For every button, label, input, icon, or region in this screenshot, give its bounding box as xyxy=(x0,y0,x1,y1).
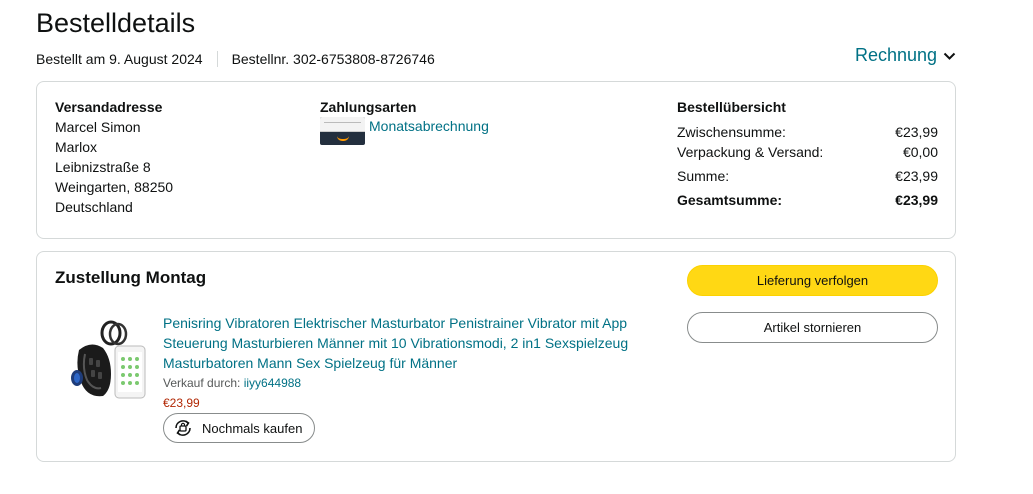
seller-link[interactable]: iiyy644988 xyxy=(244,376,301,390)
address-line: Leibnizstraße 8 xyxy=(55,159,151,175)
invoice-label: Rechnung xyxy=(855,45,938,65)
payment-heading: Zahlungsarten xyxy=(320,99,417,115)
sum-label: Summe: xyxy=(677,168,730,184)
order-info-card: Versandadresse Marcel Simon Marlox Leibn… xyxy=(36,81,956,239)
shipping-cost-row: Verpackung & Versand: €0,00 xyxy=(677,142,938,162)
product-price: €23,99 xyxy=(163,396,200,410)
shipping-address: Versandadresse Marcel Simon Marlox Leibn… xyxy=(55,98,173,217)
cancel-item-label: Artikel stornieren xyxy=(763,320,862,335)
track-delivery-label: Lieferung verfolgen xyxy=(756,273,869,288)
seller-prefix: Verkauf durch: xyxy=(163,376,244,390)
subtotal-row: Zwischensumme: €23,99 xyxy=(677,122,938,142)
summary-heading: Bestellübersicht xyxy=(677,99,786,115)
address-line: Deutschland xyxy=(55,199,133,215)
grand-total-label: Gesamtsumme: xyxy=(677,192,783,208)
track-delivery-button[interactable]: Lieferung verfolgen xyxy=(687,265,938,296)
buy-again-label: Nochmals kaufen xyxy=(202,420,303,436)
product-title-link[interactable]: Penisring Vibratoren Elektrischer Mastur… xyxy=(163,313,663,373)
order-meta: Bestellt am 9. August 2024 Bestellnr. 30… xyxy=(36,51,435,67)
order-summary: Bestellübersicht Zwischensumme: €23,99 V… xyxy=(677,98,938,210)
subtotal-value: €23,99 xyxy=(895,124,938,140)
grand-total-value: €23,99 xyxy=(895,192,938,208)
seller-info: Verkauf durch: iiyy644988 xyxy=(163,376,301,390)
grand-total-row: Gesamtsumme: €23,99 xyxy=(677,190,938,210)
shipping-cost-label: Verpackung & Versand: xyxy=(677,144,824,160)
shipping-cost-value: €0,00 xyxy=(902,144,938,160)
product-image[interactable] xyxy=(65,316,149,404)
address-line: Marlox xyxy=(55,139,98,155)
page-title: Bestelldetails xyxy=(36,8,196,38)
order-number: Bestellnr. 302-6753808-8726746 xyxy=(231,51,435,67)
delivery-card: Zustellung Montag Penisring Vibratoren E… xyxy=(36,251,956,462)
chevron-down-icon xyxy=(943,52,956,60)
sum-value: €23,99 xyxy=(895,168,938,184)
address-line: Marcel Simon xyxy=(55,119,141,135)
cancel-item-button[interactable]: Artikel stornieren xyxy=(687,312,938,343)
buy-again-button[interactable]: Nochmals kaufen xyxy=(163,413,316,443)
shipping-heading: Versandadresse xyxy=(55,99,163,115)
meta-divider xyxy=(216,51,218,67)
payment-method-link[interactable]: Monatsabrechnung xyxy=(369,118,489,134)
delivery-heading: Zustellung Montag xyxy=(55,268,207,287)
buy-again-icon xyxy=(175,420,191,436)
payment-method: Zahlungsarten Monatsabrechnung xyxy=(320,98,489,145)
sum-row: Summe: €23,99 xyxy=(677,166,938,186)
subtotal-label: Zwischensumme: xyxy=(677,124,786,140)
address-line: Weingarten, 88250 xyxy=(55,179,174,195)
payment-card-icon xyxy=(320,117,365,145)
order-date: Bestellt am 9. August 2024 xyxy=(36,51,203,67)
invoice-dropdown[interactable]: Rechnung xyxy=(855,45,956,66)
